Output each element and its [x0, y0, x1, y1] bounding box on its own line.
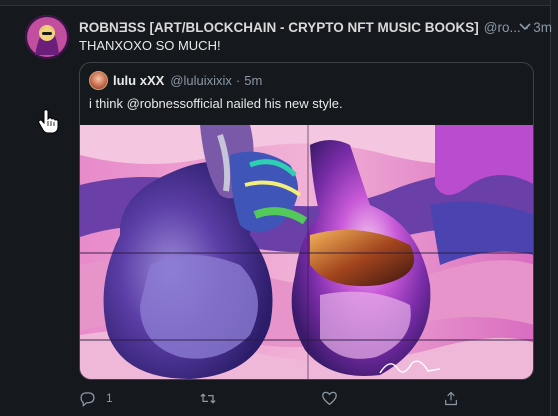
quoted-text: i think @robnessofficial nailed his new …: [89, 96, 343, 111]
tweet-header: ROBNƎSS [ART/BLOCKCHAIN - CRYPTO NFT MUS…: [79, 18, 552, 36]
reply-icon: [80, 391, 95, 407]
quoted-avatar[interactable]: [89, 71, 108, 90]
quoted-display-name[interactable]: lulu xXX: [113, 73, 164, 88]
share-button[interactable]: [443, 388, 459, 408]
tweet-actions: 1: [79, 388, 479, 408]
quoted-handle[interactable]: @luluixixix: [170, 73, 232, 88]
retweet-button[interactable]: [199, 388, 217, 408]
tweet-text: THANXOXO SO MUCH!: [79, 38, 221, 53]
chevron-down-icon: [519, 23, 531, 31]
quoted-tweet[interactable]: lulu xXX @luluixixix · 5m i think @robne…: [79, 62, 534, 380]
share-icon: [445, 391, 457, 405]
tweet[interactable]: ROBNƎSS [ART/BLOCKCHAIN - CRYPTO NFT MUS…: [0, 6, 552, 416]
timestamp[interactable]: 3m: [533, 20, 552, 35]
more-options-button[interactable]: [516, 18, 534, 36]
like-button[interactable]: [321, 388, 338, 408]
reply-button[interactable]: 1: [79, 388, 113, 408]
heart-icon: [322, 391, 337, 406]
avatar[interactable]: [25, 15, 69, 59]
separator-dot: ·: [235, 73, 241, 88]
reply-count: 1: [106, 391, 113, 405]
quoted-timestamp[interactable]: 5m: [244, 73, 262, 88]
artwork-image[interactable]: [80, 125, 533, 379]
scrollbar-track[interactable]: [550, 0, 558, 416]
quoted-header: lulu xXX @luluixixix · 5m: [113, 73, 262, 88]
retweet-icon: [200, 392, 216, 404]
hand-pointer-icon: [38, 108, 60, 134]
display-name[interactable]: ROBNƎSS [ART/BLOCKCHAIN - CRYPTO NFT MUS…: [79, 20, 479, 35]
